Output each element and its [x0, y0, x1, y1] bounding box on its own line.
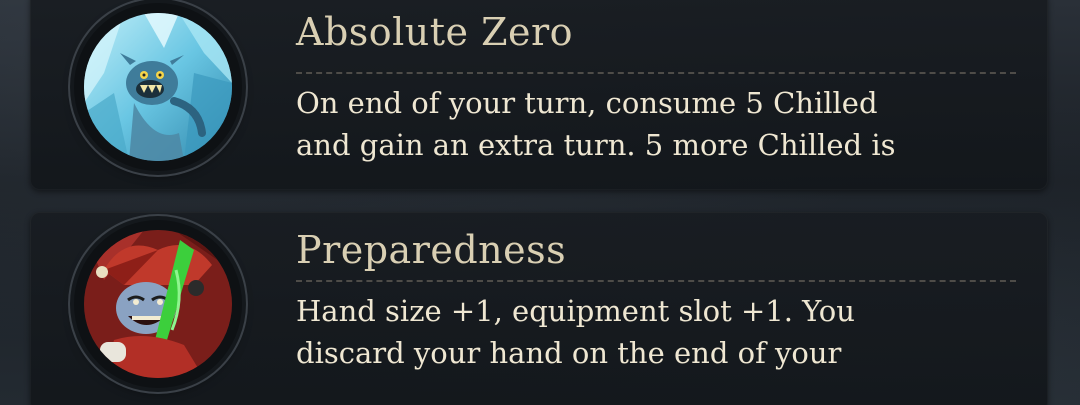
title-divider: [296, 280, 1016, 282]
jester-portrait-icon: [84, 230, 232, 378]
perk-title: Absolute Zero: [296, 10, 574, 54]
description-line: and gain an extra turn. 5 more Chilled i…: [296, 128, 896, 162]
frozen-monster-portrait-icon: [84, 13, 232, 161]
perk-list: Absolute Zero On end of your turn, consu…: [0, 0, 1080, 405]
perk-title: Preparedness: [296, 228, 567, 272]
perk-card-preparedness[interactable]: Preparedness Hand size +1, equipment slo…: [30, 212, 1048, 405]
perk-portrait-frame: [74, 3, 242, 171]
description-line: Hand size +1, equipment slot +1. You: [296, 294, 855, 328]
perk-description: Hand size +1, equipment slot +1. You dis…: [296, 290, 1036, 374]
title-divider: [296, 72, 1016, 74]
perk-card-absolute-zero[interactable]: Absolute Zero On end of your turn, consu…: [30, 0, 1048, 190]
description-line: discard your hand on the end of your: [296, 336, 842, 370]
perk-description: On end of your turn, consume 5 Chilled a…: [296, 82, 1036, 166]
perk-portrait-frame: [74, 220, 242, 388]
description-line: On end of your turn, consume 5 Chilled: [296, 86, 878, 120]
